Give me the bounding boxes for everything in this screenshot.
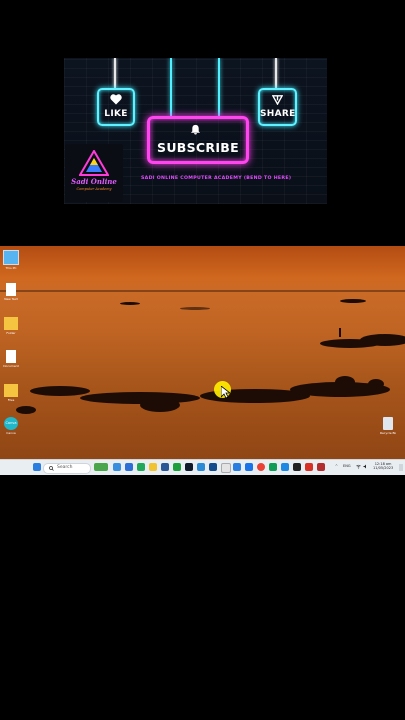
rock-shape	[140, 398, 180, 412]
clock[interactable]: 12:18 am 11/05/2023	[373, 462, 393, 470]
fisherman-figure	[339, 328, 341, 337]
desktop-icon-caption: Document	[3, 364, 19, 368]
app-icon[interactable]	[137, 463, 145, 471]
desktop-icon-caption: Canva	[6, 431, 16, 435]
canva-icon: Canva	[4, 417, 18, 430]
rock-shape	[16, 406, 36, 414]
monitor-icon	[3, 250, 19, 265]
rock-shape	[360, 334, 405, 346]
rock-shape	[335, 376, 355, 388]
app-icon[interactable]	[185, 463, 193, 471]
app-icon[interactable]	[221, 463, 231, 473]
subscribe-label: SUBSCRIBE	[157, 140, 239, 155]
desktop-icon-files[interactable]: Files	[3, 384, 19, 402]
heart-icon	[110, 94, 122, 105]
desktop-icon-caption: Files	[7, 398, 15, 402]
mouse-pointer-icon	[221, 386, 230, 399]
app-icon[interactable]	[281, 463, 289, 471]
logo-subtitle: Computer Academy	[76, 187, 112, 191]
app-icon[interactable]	[293, 463, 301, 471]
search-placeholder: Search	[57, 465, 73, 470]
desktop-icon-document[interactable]: Document	[3, 350, 19, 368]
app-icon[interactable]	[317, 463, 325, 471]
chrome-icon[interactable]	[257, 463, 265, 471]
banner-wire	[218, 58, 220, 116]
triangle-logo-icon	[79, 150, 109, 176]
share-label: SHARE	[260, 109, 296, 119]
like-label: LIKE	[104, 109, 128, 119]
subscribe-button[interactable]: SUBSCRIBE	[147, 116, 249, 164]
desktop-icon-caption: New Text	[4, 297, 18, 301]
desktop-icon-folder[interactable]: Folder	[3, 317, 19, 335]
search-icon	[49, 466, 54, 471]
folder-icon	[4, 317, 18, 330]
like-button[interactable]: LIKE	[97, 88, 135, 126]
app-icon[interactable]	[197, 463, 205, 471]
island-shape	[340, 299, 366, 303]
app-icon[interactable]	[233, 463, 241, 471]
desktop-icon-recycle-bin[interactable]: Recycle Bin	[380, 417, 396, 435]
tray-chevron-icon[interactable]: ^	[335, 464, 338, 468]
app-icon[interactable]	[209, 463, 217, 471]
app-icon[interactable]	[269, 463, 277, 471]
start-button[interactable]	[33, 463, 41, 471]
share-arrow-icon	[271, 95, 284, 106]
rock-shape	[368, 379, 384, 389]
recycle-bin-icon	[383, 417, 393, 430]
task-view-icon[interactable]	[113, 463, 121, 471]
folder-icon	[4, 384, 18, 397]
banner-wire	[275, 58, 277, 88]
desktop-icon-caption: Recycle Bin	[380, 431, 396, 435]
academy-logo: Sadi Online Computer Academy	[65, 144, 123, 202]
share-button[interactable]: SHARE	[258, 88, 297, 126]
island-shape	[180, 307, 210, 310]
app-icon[interactable]	[161, 463, 169, 471]
file-explorer-icon[interactable]	[149, 463, 157, 471]
search-box[interactable]: Search	[43, 463, 91, 474]
app-icon[interactable]	[173, 463, 181, 471]
app-icon[interactable]	[305, 463, 313, 471]
taskbar: Search ^ ENG 12:18 am 11/05/2023	[0, 459, 405, 475]
desktop-icon-this-pc[interactable]: This PC	[3, 250, 19, 270]
show-desktop-button[interactable]	[399, 464, 403, 471]
sea-horizon	[0, 290, 405, 292]
tray-lang[interactable]: ENG	[343, 464, 351, 468]
desktop-icon-canva[interactable]: Canva Canva	[3, 417, 19, 435]
windows-desktop: This PC New Text Folder Document Files C…	[0, 246, 405, 474]
desktop-icon-text[interactable]: New Text	[3, 283, 19, 301]
logo-title: Sadi Online	[71, 177, 117, 186]
bell-icon	[190, 124, 201, 135]
wifi-icon[interactable]	[356, 464, 361, 469]
desktop-icon-caption: This PC	[5, 266, 17, 270]
academy-caption: SADI ONLINE COMPUTER ACADEMY (BEND TO HE…	[141, 176, 292, 181]
youtube-banner: LIKE SHARE SUBSCRIBE Sadi Online Compute…	[64, 58, 327, 204]
clock-date: 11/05/2023	[373, 466, 394, 470]
volume-icon[interactable]	[363, 464, 368, 469]
banner-wire	[114, 58, 116, 88]
document-icon	[6, 350, 16, 363]
rock-shape	[30, 386, 90, 396]
app-icon[interactable]	[245, 463, 253, 471]
document-icon	[6, 283, 16, 296]
desktop-icon-caption: Folder	[6, 331, 16, 335]
widgets-icon[interactable]	[94, 463, 108, 471]
banner-wire	[170, 58, 172, 116]
app-icon[interactable]	[125, 463, 133, 471]
island-shape	[120, 302, 140, 305]
